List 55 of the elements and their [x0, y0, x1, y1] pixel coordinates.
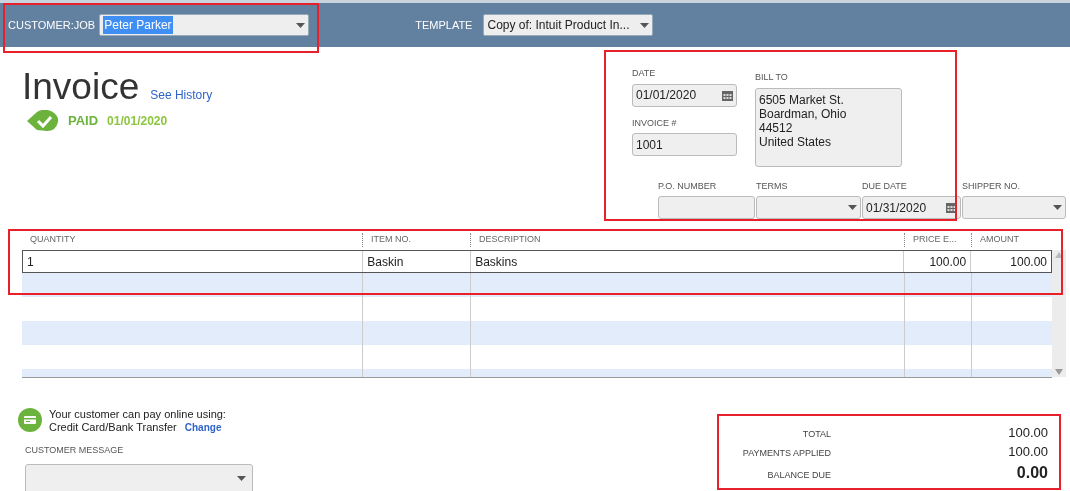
caret-icon: [296, 22, 306, 28]
calendar-icon: [946, 202, 957, 213]
credit-card-icon: [18, 408, 42, 432]
caret-icon: [237, 476, 246, 481]
field-label: DUE DATE: [862, 179, 908, 193]
paid-status: PAID: [68, 112, 99, 131]
total-label: PAYMENTS APPLIED: [741, 447, 831, 460]
table-cell-text: 1: [26, 253, 35, 271]
field-label: SHIPPER NO.: [962, 179, 1021, 193]
bill-to-field[interactable]: 6505 Market St. Boardman, Ohio 44512 United States: [755, 87, 902, 167]
field-label: DATE: [632, 67, 657, 80]
customer-message-dropdown[interactable]: [25, 463, 253, 491]
table-cell: Baskins: [470, 251, 904, 272]
total-value: 100.00: [1007, 443, 1048, 461]
calendar-icon: [722, 89, 733, 101]
date-field[interactable]: 01/01/2020: [632, 83, 737, 107]
field-label: INVOICE #: [632, 116, 678, 130]
payment-methods: Credit Card/Bank Transfer: [49, 421, 177, 434]
terms-dropdown[interactable]: [756, 196, 861, 219]
total-value: 100.00: [1007, 424, 1048, 442]
column-header: DESCRIPTION: [470, 233, 904, 247]
change-link[interactable]: Change: [184, 421, 222, 434]
total-label: BALANCE DUE: [766, 469, 831, 482]
paid-date: 01/01/2020: [107, 113, 168, 130]
po-number-field[interactable]: [658, 196, 755, 219]
scroll-up-icon[interactable]: [1055, 252, 1063, 258]
caret-icon: [640, 22, 650, 28]
template-dropdown[interactable]: Copy of: Intuit Product In...: [483, 14, 654, 36]
see-history-link[interactable]: See History: [150, 86, 213, 104]
scrollbar[interactable]: [1052, 250, 1066, 377]
due-date-field[interactable]: 01/31/2020: [862, 196, 961, 219]
check-icon: [27, 110, 59, 132]
column-header: PRICE E...: [904, 233, 971, 247]
payment-message: Your customer can pay online using:: [49, 408, 226, 421]
table-cell: Baskin: [362, 251, 471, 272]
total-value: 0.00: [1015, 463, 1048, 483]
column-header: ITEM NO.: [362, 233, 470, 247]
invoice-title: Invoice: [22, 67, 140, 107]
caret-icon: [848, 205, 857, 210]
field-label: CUSTOMER:JOB: [8, 17, 96, 33]
field-label: BILL TO: [755, 71, 789, 84]
shipper-dropdown[interactable]: [962, 196, 1066, 219]
table-cell: 100.00: [903, 251, 971, 272]
table-cell: 100.00: [970, 251, 1051, 272]
field-label: TERMS: [756, 179, 789, 193]
caret-icon: [1053, 205, 1062, 210]
invoice-number-field[interactable]: 1001: [632, 133, 737, 156]
field-label: P.O. NUMBER: [658, 179, 718, 193]
total-label: TOTAL: [801, 428, 831, 441]
column-header: QUANTITY: [29, 233, 77, 246]
scroll-down-icon[interactable]: [1055, 369, 1063, 375]
customer-value: Peter Parker: [103, 16, 173, 34]
column-header: AMOUNT: [971, 233, 1052, 247]
field-label: TEMPLATE: [415, 17, 473, 33]
field-label: CUSTOMER MESSAGE: [25, 444, 125, 457]
